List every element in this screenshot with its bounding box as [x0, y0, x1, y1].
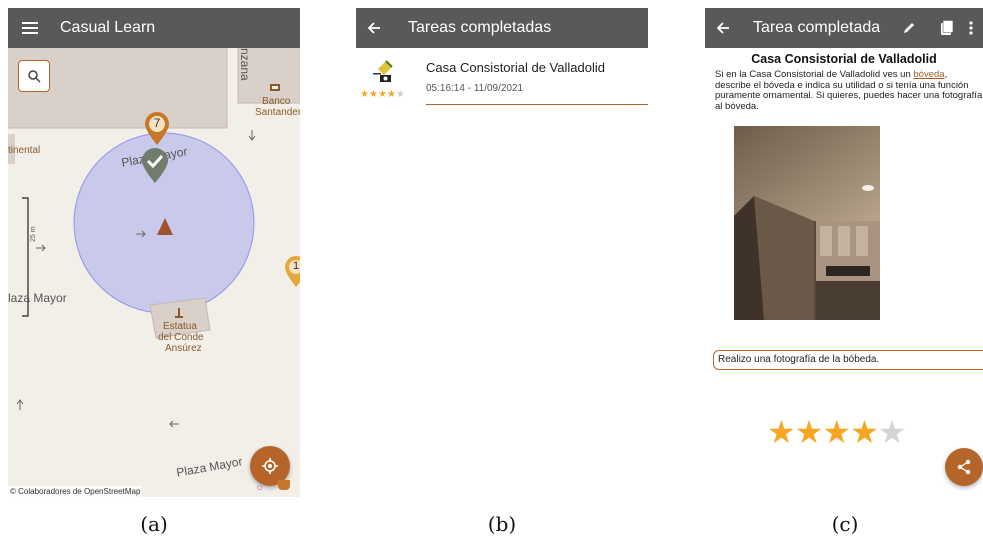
- app-title: Casual Learn: [60, 19, 156, 36]
- check-icon: [142, 148, 168, 183]
- task-description: Si en la Casa Consistorial de Valladolid…: [715, 69, 983, 112]
- task-detail-screen: Tarea completada Casa Consistorial de Va…: [705, 8, 983, 497]
- task-marker-edge[interactable]: 1: [284, 256, 300, 288]
- task-title: Casa Consistorial de Valladolid: [751, 52, 937, 66]
- map-label-statue-2: del Conde: [158, 332, 204, 343]
- app-bar: Tarea completada: [705, 8, 983, 48]
- star-filled-icon: ★: [360, 89, 369, 100]
- map-label-plaza-left: laza Mayor: [8, 291, 67, 305]
- map-label-statue: Estatua: [163, 321, 197, 332]
- screen-title: Tareas completadas: [408, 19, 552, 36]
- star-filled-icon: ★: [850, 414, 879, 450]
- scale-label: 25 m: [30, 226, 37, 242]
- arrow-back-icon[interactable]: [356, 8, 392, 48]
- screen-title: Tarea completada: [753, 19, 881, 36]
- share-button[interactable]: [945, 448, 983, 486]
- completed-task-marker[interactable]: [141, 148, 169, 184]
- task-photo[interactable]: [734, 126, 880, 320]
- task-timestamp: 05:16:14 - 11/09/2021: [426, 83, 524, 94]
- search-button[interactable]: [18, 60, 50, 92]
- map-label-continental: tinental: [8, 145, 41, 156]
- star-filled-icon: ★: [368, 89, 378, 100]
- star-filled-icon: ★: [377, 89, 387, 100]
- share-icon: [957, 459, 971, 475]
- photo-task-icon: [373, 60, 393, 82]
- more-vert-icon[interactable]: [959, 8, 983, 48]
- search-icon: [28, 70, 41, 83]
- rating-stars: ★★★★★: [767, 413, 907, 451]
- map-view[interactable]: nzana Banco Santander tinental Plaza May…: [8, 48, 300, 497]
- ring-icon: ○: [256, 482, 263, 494]
- answer-text: Realizo una fotografía de la bóbeda.: [713, 350, 983, 370]
- map-label-street: nzana: [238, 48, 252, 81]
- map-screen: Casual Learn nzana Banco Santander tinen…: [8, 8, 300, 497]
- app-bar: Casual Learn: [8, 8, 300, 48]
- description-text: Si en la Casa Consistorial de Valladolid…: [715, 69, 914, 80]
- marker-count: 7: [153, 116, 161, 130]
- divider: [426, 104, 648, 105]
- completed-tasks-screen: Tareas completadas ★★★★★ Casa Consistori…: [356, 8, 648, 497]
- caption-b: (b): [487, 512, 517, 536]
- marker-count-edge: 1: [292, 260, 300, 272]
- map-attribution[interactable]: © Colaboradores de OpenStreetMap: [8, 486, 143, 497]
- cafe-icon: [278, 480, 290, 490]
- star-filled-icon: ★: [386, 89, 396, 100]
- pencil-icon[interactable]: [891, 8, 927, 48]
- star-filled-icon: ★: [767, 414, 796, 450]
- task-photo-image: [734, 126, 880, 320]
- arrow-back-icon[interactable]: [705, 8, 741, 48]
- task-title: Casa Consistorial de Valladolid: [426, 60, 605, 75]
- app-bar: Tareas completadas: [356, 8, 648, 48]
- star-empty-icon: ★: [395, 89, 405, 100]
- menu-icon[interactable]: [12, 8, 48, 48]
- map-label-bank-name: Santander: [255, 107, 300, 118]
- caption-a: (a): [140, 512, 168, 536]
- rating-stars-small: ★★★★★: [360, 89, 405, 100]
- star-filled-icon: ★: [794, 414, 824, 450]
- keyword-link[interactable]: bóveda: [913, 69, 944, 80]
- crosshair-icon: [262, 458, 278, 474]
- map-label-bank: Banco: [262, 96, 291, 107]
- map-label-statue-3: Ansúrez: [165, 343, 202, 354]
- star-filled-icon: ★: [822, 414, 851, 450]
- list-item[interactable]: ★★★★★ Casa Consistorial de Valladolid 05…: [356, 52, 648, 108]
- star-empty-icon: ★: [877, 414, 907, 450]
- task-marker-cluster[interactable]: 7: [144, 112, 170, 146]
- caption-c: (c): [831, 512, 859, 536]
